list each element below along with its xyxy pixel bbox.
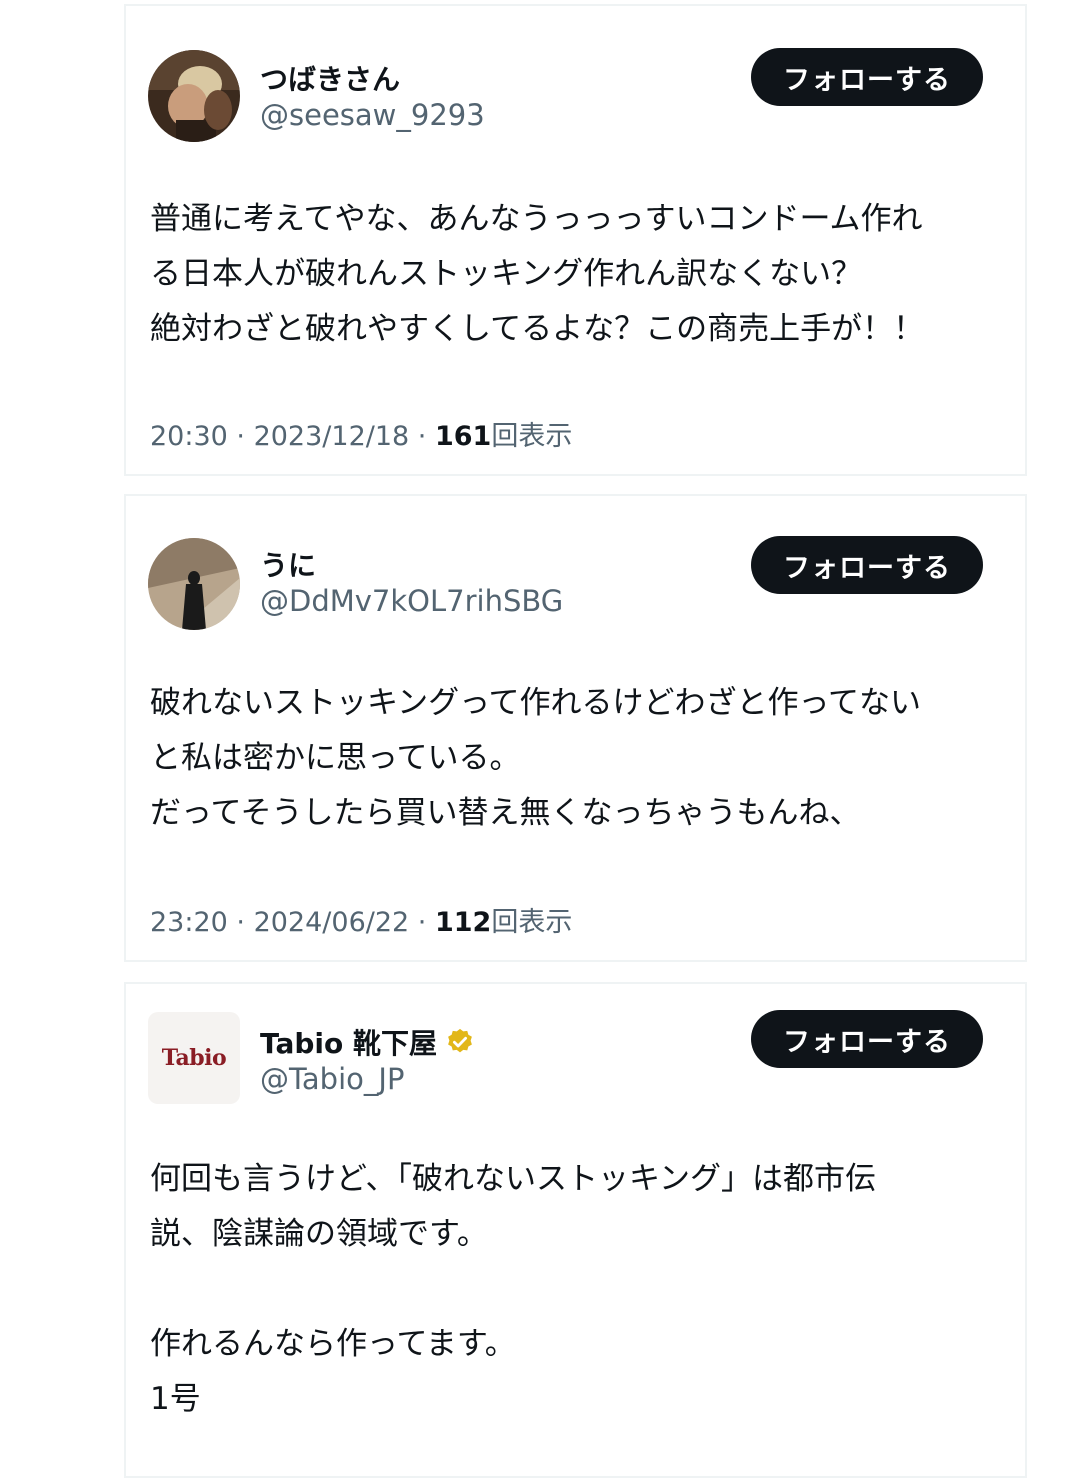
tweet-line: 作れるんなら作ってます。 [150,1326,516,1362]
avatar-image [148,50,240,142]
user-handle[interactable]: @seesaw_9293 [260,98,485,132]
tweet-card[interactable]: つばきさん @seesaw_9293 フォローする 普通に考えてやな、あんなうっ… [124,4,1027,476]
follow-button[interactable]: フォローする [751,1010,983,1068]
tweet-line: だってそうしたら買い替え無くなっちゃうもんね、 [150,795,861,831]
tweet-time[interactable]: 20:30 [150,421,228,452]
views-count: 112 [434,907,492,938]
user-handle[interactable]: @Tabio_JP [260,1062,404,1096]
tweet-line: 破れないストッキングって作れるけどわざと作ってない [150,685,921,721]
tweet-card[interactable]: Tabio Tabio 靴下屋 @Tabio_JP フォローする 何回も言うけど… [124,982,1027,1478]
avatar[interactable] [148,538,240,630]
tweet-line: 何回も言うけど、「破れないストッキング」は都市伝 [150,1161,877,1197]
avatar[interactable] [148,50,240,142]
tweet-line: る日本人が破れんストッキング作れん訳なくない？ [150,256,863,292]
tweet-line: 1号 [150,1381,201,1417]
tweet-time[interactable]: 23:20 [150,907,228,938]
separator: · [417,907,435,938]
tweet-text: 何回も言うけど、「破れないストッキング」は都市伝 説、陰謀論の領域です。 作れる… [150,1152,1000,1427]
views-label: 回表示 [491,907,573,938]
tweet-text: 破れないストッキングって作れるけどわざと作ってない と私は密かに思っている。 だ… [150,676,1000,841]
display-name[interactable]: つばきさん [260,58,400,98]
tweet-line: 説、陰謀論の領域です。 [150,1216,488,1252]
views-label: 回表示 [491,421,573,452]
tweet-meta: 23:20 · 2024/06/22 · 112回表示 [150,900,572,939]
tweet-date[interactable]: 2023/12/18 [254,421,410,452]
verified-badge-icon[interactable] [445,1027,475,1057]
display-name-text: Tabio 靴下屋 [260,1027,438,1060]
tweet-card[interactable]: うに @DdMv7kOL7rihSBG フォローする 破れないストッキングって作… [124,494,1027,962]
tweet-meta: 20:30 · 2023/12/18 · 161回表示 [150,414,572,453]
separator: · [236,421,254,452]
display-name[interactable]: うに [260,544,316,584]
tweet-line: 普通に考えてやな、あんなうっっっすいコンドーム作れ [150,201,923,237]
tweet-line: 絶対わざと破れやすくしてるよな？この商売上手が！！ [150,311,925,347]
tweet-line-blank [150,1262,1000,1317]
tabio-logo: Tabio [161,1045,227,1071]
separator: · [236,907,254,938]
user-handle[interactable]: @DdMv7kOL7rihSBG [260,584,563,618]
separator: · [417,421,435,452]
tweet-date[interactable]: 2024/06/22 [254,907,410,938]
display-name[interactable]: Tabio 靴下屋 [260,1022,475,1062]
follow-button[interactable]: フォローする [751,536,983,594]
follow-button[interactable]: フォローする [751,48,983,106]
avatar[interactable]: Tabio [148,1012,240,1104]
avatar-image [148,538,240,630]
views-count: 161 [434,421,492,452]
tweet-line: と私は密かに思っている。 [150,740,521,776]
tweet-text: 普通に考えてやな、あんなうっっっすいコンドーム作れ る日本人が破れんストッキング… [150,192,1000,357]
